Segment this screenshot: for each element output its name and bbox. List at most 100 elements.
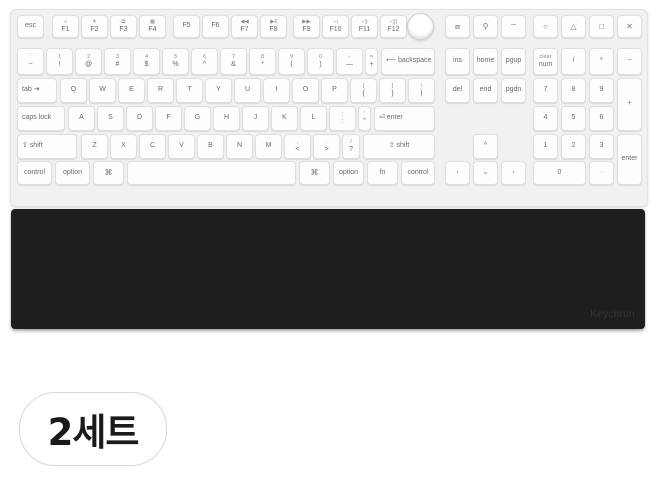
keycap-legend: ⌘: [310, 168, 319, 178]
keycap: end: [473, 78, 498, 103]
keycap: ◁)) F12: [380, 15, 407, 38]
keycap-legend: enter: [621, 155, 638, 163]
keycap: 7 &: [220, 48, 247, 75]
keycap-legend: N: [236, 142, 243, 150]
keycap-legend: C: [149, 142, 156, 150]
keycap: ▶‖ F8: [260, 15, 287, 38]
keycap: Z: [81, 134, 108, 159]
keyboard: esc ☼ F1 ☀ F2 ⧉ F3 ▦ F4 F5 F6 ◀◀ F7 ▶‖ F8 ▶▶ F9 ◁ F10 ◁) F11…: [10, 9, 648, 207]
keycap-legend: pgdn: [505, 86, 522, 94]
keycap: +: [617, 78, 642, 131]
keycap: V: [168, 134, 195, 159]
keycap: □: [589, 15, 614, 38]
keycap: fn: [367, 161, 398, 185]
keycap-legend: ⟵ backspace: [386, 57, 432, 65]
keycap-legend: end: [479, 86, 492, 94]
keycap: L: [300, 106, 327, 131]
keycap-legend: +: [627, 100, 632, 108]
keycap-legend: −: [627, 57, 632, 65]
keycap: 3 #: [104, 48, 131, 75]
keycap-legend: D: [136, 114, 143, 122]
keycap-legend: 8: [571, 86, 576, 94]
keycap-legend: F5: [182, 22, 191, 30]
keycap-legend: U: [244, 86, 251, 94]
keycap-legend: △: [570, 21, 577, 31]
keycap-legend: ⚲: [482, 21, 489, 31]
keycap: ⇧ shift: [17, 134, 77, 159]
keycap: ⧈: [445, 15, 470, 38]
set-count-text: 2세트: [47, 411, 140, 454]
keycap-legend: ○: [543, 21, 548, 31]
keycap-legend: W: [99, 86, 106, 94]
keycap: △: [561, 15, 586, 38]
keycap: tab ⇥: [17, 78, 57, 103]
keycap-legend: M: [265, 142, 272, 150]
keycap: 8: [561, 78, 586, 103]
keycap-legend: /: [572, 57, 575, 65]
keycap: ^: [473, 134, 498, 159]
keycap: /?: [342, 134, 360, 159]
keycap-legend: A: [79, 114, 84, 122]
keycap-legend: del: [452, 86, 463, 94]
keycap: S: [97, 106, 124, 131]
keycap-legend: K: [282, 114, 287, 122]
keycap-legend: ‹: [456, 168, 459, 176]
keycap: 0): [307, 48, 334, 75]
keycap: ⏎ enter: [374, 106, 435, 131]
keycap-legend: E: [129, 86, 134, 94]
keycap: del: [445, 78, 470, 103]
keycap: ◁) F11: [351, 15, 378, 38]
keycap-legend: +: [369, 60, 374, 68]
keycap: U: [234, 78, 261, 103]
keycap-legend: ⌄: [482, 168, 489, 176]
keycap-legend: option: [62, 168, 83, 176]
keycap: ]}: [379, 78, 406, 103]
keycap: pgup: [501, 48, 526, 75]
keycap-legend: ›: [512, 168, 515, 176]
keycap-legend: □: [599, 21, 604, 31]
keycap-legend: P: [332, 86, 337, 94]
keycap-legend: X: [121, 142, 126, 150]
keycap: ⧉ F3: [110, 15, 137, 38]
brand-logo: Keychron: [590, 309, 635, 320]
keycap-legend: J: [253, 114, 258, 122]
keycap: F5: [173, 15, 200, 38]
keycap: 2: [561, 134, 586, 159]
keycap-legend: num: [538, 60, 553, 68]
keycap: *: [589, 48, 614, 75]
keycap-legend: ins: [453, 57, 462, 65]
keycap-legend: 9: [599, 86, 604, 94]
keycap: control: [17, 161, 52, 185]
set-count-badge: 2세트: [19, 392, 167, 466]
keycap-legend: F8: [269, 25, 278, 33]
keycap-legend: fn: [379, 168, 386, 176]
keycap: 7: [533, 78, 558, 103]
keycap: T: [176, 78, 203, 103]
palm-rest: Keychron: [11, 209, 645, 329]
keycap: I: [263, 78, 290, 103]
keycap-legend: ~: [28, 60, 33, 68]
keycap: ⌄: [473, 161, 498, 185]
keycap-legend: <: [295, 145, 300, 153]
keycap-legend: %: [172, 60, 179, 68]
keycap-legend: *: [261, 60, 264, 68]
keycap-legend: ✕: [626, 21, 633, 31]
keycap-legend: ^: [483, 142, 488, 150]
keycap: A: [68, 106, 95, 131]
keycap-legend: ⌘: [104, 168, 113, 178]
keycap: ;:: [329, 106, 356, 131]
keycap: control: [401, 161, 435, 185]
keycap: ⟵ backspace: [381, 48, 435, 75]
keycap: clear num: [533, 48, 558, 75]
keycap: ☼ F1: [52, 15, 79, 38]
keycap: F: [155, 106, 182, 131]
keycap: 6 ^: [191, 48, 218, 75]
keycap-legend: F4: [148, 25, 157, 33]
keycap: ◀◀ F7: [231, 15, 258, 38]
keycap-legend: 4: [543, 114, 548, 122]
keycap: caps lock: [17, 106, 65, 131]
keycap: W: [89, 78, 116, 103]
keycap: ○: [533, 15, 558, 38]
keycap-legend: V: [179, 142, 184, 150]
keycap-legend: 6: [599, 114, 604, 122]
